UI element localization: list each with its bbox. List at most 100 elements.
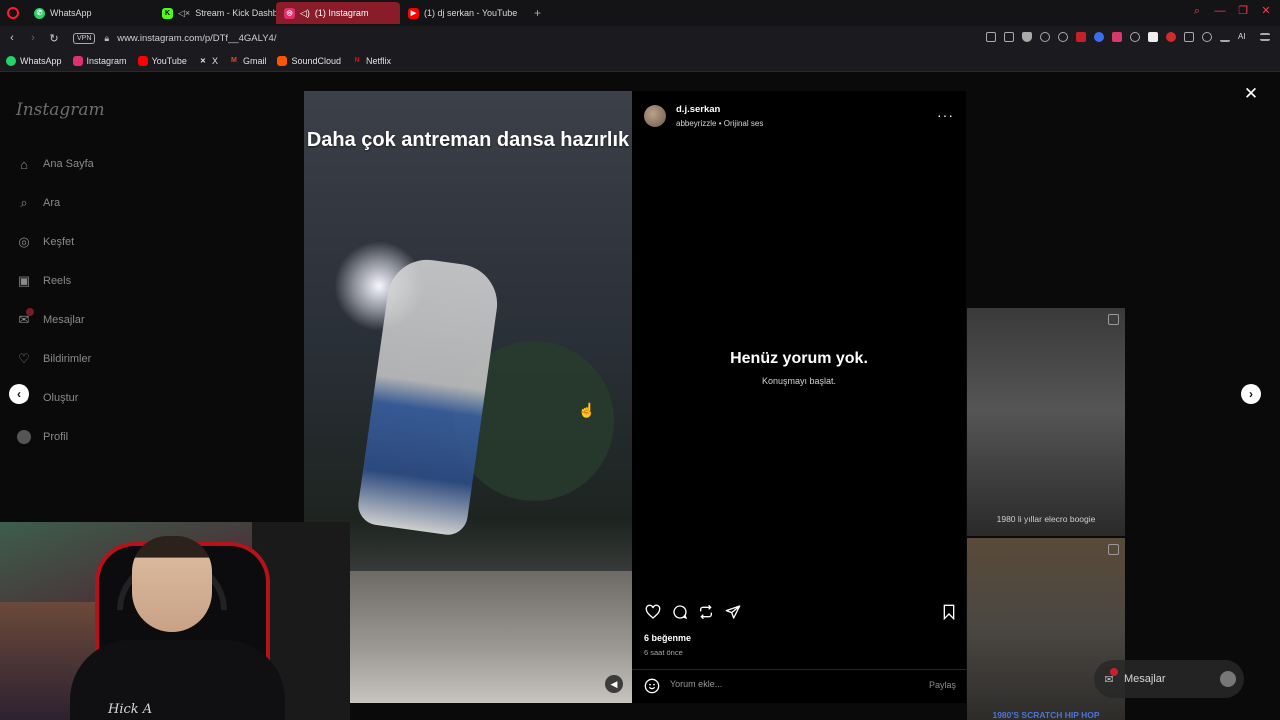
save-bookmark-icon[interactable] bbox=[940, 603, 958, 621]
youtube-icon bbox=[137, 55, 148, 66]
snapshot-icon[interactable] bbox=[1004, 32, 1014, 42]
heart-icon: ♡ bbox=[18, 351, 30, 366]
tab-youtube[interactable]: ▶ (1) dj serkan - YouTube bbox=[400, 2, 526, 24]
bookmark-x[interactable]: ✕ X bbox=[198, 56, 218, 66]
play-icon[interactable] bbox=[1040, 32, 1050, 42]
webcam-face bbox=[132, 536, 212, 632]
audio-username[interactable]: abbeyrizzle bbox=[676, 119, 716, 128]
post-actions bbox=[644, 603, 956, 621]
bookmark-pin-icon[interactable] bbox=[986, 32, 996, 42]
messages-chip[interactable]: ✉ Mesajlar bbox=[1094, 660, 1244, 698]
sidebar-item-search[interactable]: ⌕ Ara bbox=[16, 195, 60, 211]
vpn-badge[interactable]: VPN bbox=[73, 32, 96, 44]
mute-button[interactable]: ◀ bbox=[605, 675, 623, 693]
forward-icon[interactable]: › bbox=[24, 32, 42, 44]
sidebar-item-explore[interactable]: ◎ Keşfet bbox=[16, 234, 74, 250]
close-window-icon[interactable]: ✕ bbox=[1260, 5, 1272, 17]
sidebar-item-label: Oluştur bbox=[43, 392, 79, 404]
bookmark-label: WhatsApp bbox=[20, 55, 62, 66]
share-icon[interactable] bbox=[724, 603, 742, 621]
sidebar-item-label: Reels bbox=[43, 275, 72, 287]
menu-icon[interactable] bbox=[1260, 33, 1270, 41]
background-thumbnail[interactable]: 1980 li yıllar elecro boogie bbox=[967, 308, 1125, 536]
instagram-logo[interactable]: Instagram bbox=[16, 100, 105, 120]
kick-icon: K bbox=[162, 7, 173, 19]
bookmark-soundcloud[interactable]: SoundCloud bbox=[277, 55, 342, 66]
comment-bar: Paylaş bbox=[632, 669, 966, 703]
bookmark-label: Instagram bbox=[86, 55, 127, 66]
url-field[interactable]: www.instagram.com/p/DTf__4GALY4/ bbox=[117, 33, 276, 44]
sidebar-item-profile[interactable]: Profil bbox=[16, 429, 68, 445]
extension-gear-icon[interactable] bbox=[1130, 32, 1140, 42]
emoji-icon[interactable] bbox=[644, 678, 660, 694]
minimize-icon[interactable]: — bbox=[1214, 5, 1226, 17]
sidebar-item-label: Bildirimler bbox=[43, 353, 92, 365]
extension-red-icon[interactable] bbox=[1076, 32, 1086, 42]
extension-blue-icon[interactable] bbox=[1094, 32, 1104, 42]
bookmark-label: Gmail bbox=[242, 55, 267, 66]
home-icon: ⌂ bbox=[20, 156, 28, 172]
sidebar-item-notifications[interactable]: ♡ Bildirimler bbox=[16, 351, 91, 367]
gmail-icon: M bbox=[231, 57, 237, 64]
bookmark-label: Netflix bbox=[366, 55, 392, 66]
tab-kick[interactable]: K ◁× Stream - Kick Dashbo bbox=[154, 2, 276, 24]
shield-icon[interactable] bbox=[1022, 32, 1032, 42]
search-icon[interactable]: ⌕ bbox=[1191, 5, 1203, 17]
tab-instagram[interactable]: ◎ ◁) (1) Instagram bbox=[276, 2, 400, 24]
search-icon: ⌕ bbox=[20, 195, 28, 210]
repost-icon[interactable] bbox=[697, 603, 715, 621]
next-post-arrow[interactable]: › bbox=[1241, 384, 1261, 404]
bookmark-instagram[interactable]: Instagram bbox=[72, 55, 127, 66]
previous-post-arrow[interactable]: ‹ bbox=[9, 384, 29, 404]
puzzle-icon[interactable] bbox=[1184, 32, 1194, 42]
audio-label[interactable]: Orijinal ses bbox=[724, 119, 764, 128]
sidebar-item-label: Mesajlar bbox=[43, 314, 85, 326]
back-icon[interactable]: ‹ bbox=[3, 32, 21, 44]
extension-white-icon[interactable] bbox=[1148, 32, 1158, 42]
bookmark-whatsapp[interactable]: WhatsApp bbox=[6, 55, 62, 66]
reload-icon[interactable]: ↻ bbox=[45, 32, 63, 45]
lock-icon[interactable]: 🔒︎ bbox=[104, 33, 109, 44]
more-options-icon[interactable]: ··· bbox=[937, 107, 954, 123]
netflix-icon: N bbox=[354, 57, 360, 64]
likes-count[interactable]: 6 beğenme bbox=[644, 633, 691, 643]
youtube-icon: ▶ bbox=[408, 7, 419, 19]
hand-cursor-icon: ☝ bbox=[578, 402, 596, 418]
webcam-shirt bbox=[70, 640, 285, 720]
new-tab-button[interactable]: + bbox=[534, 6, 541, 20]
webcam-shirt-text: Hick A bbox=[108, 702, 153, 717]
post-video[interactable]: Daha çok antreman dansa hazırlık ◀ bbox=[304, 91, 632, 703]
instagram-icon: ◎ bbox=[284, 7, 295, 19]
extension-tp-icon[interactable] bbox=[1112, 32, 1122, 42]
bookmark-netflix[interactable]: N Netflix bbox=[352, 56, 391, 66]
heart-icon[interactable] bbox=[1058, 32, 1068, 42]
bookmark-youtube[interactable]: YouTube bbox=[137, 55, 187, 66]
comment-icon[interactable] bbox=[671, 603, 689, 621]
close-icon[interactable]: ✕ bbox=[1243, 85, 1259, 102]
sidebar-item-label: Profil bbox=[43, 431, 69, 443]
ai-icon[interactable]: AI bbox=[1238, 32, 1252, 42]
post-detail-panel: d.j.serkan abbeyrizzle • Orijinal ses ··… bbox=[632, 91, 966, 703]
profile-icon[interactable] bbox=[1202, 32, 1212, 42]
download-icon[interactable] bbox=[1220, 32, 1230, 42]
thumbnail-caption: 1980'S SCRATCH HIP HOP bbox=[992, 710, 1100, 720]
author-username[interactable]: d.j.serkan bbox=[676, 104, 720, 115]
sidebar-item-reels[interactable]: ▣ Reels bbox=[16, 273, 71, 289]
compass-icon: ◎ bbox=[18, 234, 30, 249]
author-avatar[interactable] bbox=[644, 105, 666, 127]
adblock-icon[interactable] bbox=[1166, 32, 1176, 42]
sidebar-item-label: Ana Sayfa bbox=[43, 158, 94, 170]
bookmark-label: SoundCloud bbox=[291, 55, 342, 66]
post-comment-button[interactable]: Paylaş bbox=[929, 680, 956, 690]
messages-chip-label: Mesajlar bbox=[1124, 673, 1166, 685]
tab-label: WhatsApp bbox=[50, 8, 92, 18]
like-heart-icon[interactable] bbox=[644, 603, 662, 621]
comment-input[interactable] bbox=[670, 679, 890, 689]
bookmark-gmail[interactable]: M Gmail bbox=[229, 55, 267, 66]
tab-whatsapp[interactable]: ✆ WhatsApp bbox=[26, 2, 154, 24]
opera-menu-icon[interactable] bbox=[0, 0, 26, 26]
mute-icon: ◁× bbox=[178, 7, 191, 18]
sidebar-item-messages[interactable]: ✉ Mesajlar bbox=[16, 308, 85, 328]
sidebar-item-home[interactable]: ⌂ Ana Sayfa bbox=[16, 156, 94, 172]
restore-icon[interactable]: ❐ bbox=[1237, 5, 1249, 17]
